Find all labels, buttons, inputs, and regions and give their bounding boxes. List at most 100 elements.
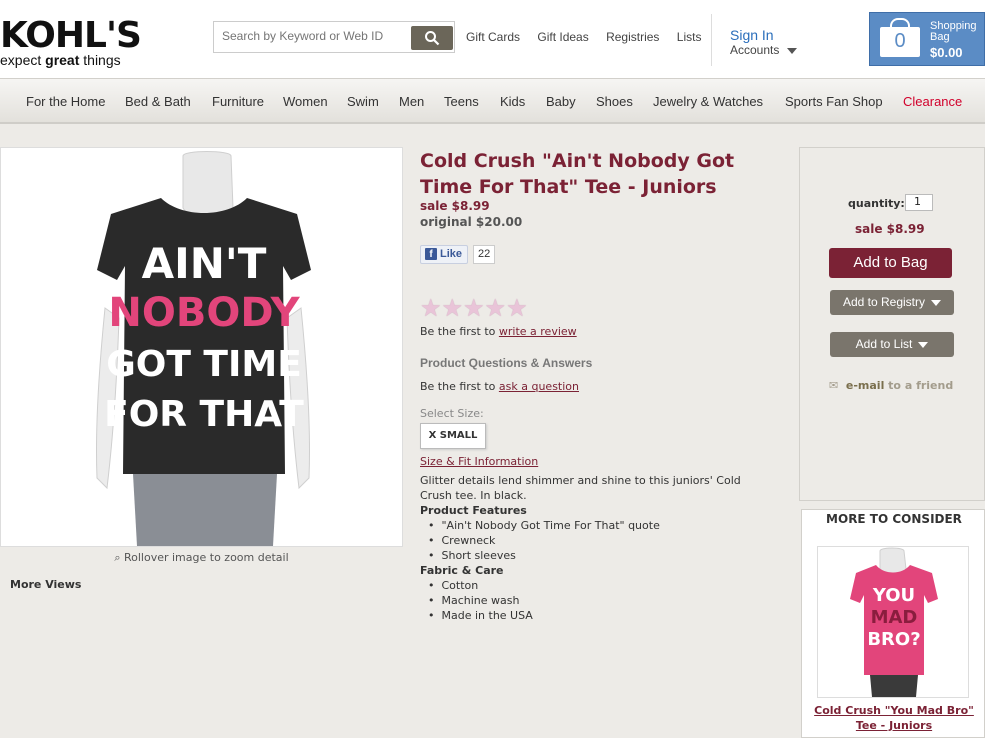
top-links: Gift Cards Gift Ideas Registries Lists — [466, 30, 715, 44]
nav-item-bed-bath[interactable]: Bed & Bath — [125, 94, 191, 109]
site-header: KOHL'S expect great things Gift Cards Gi… — [0, 0, 985, 78]
bag-icon: 0 — [880, 27, 920, 57]
add-to-list-label: Add to List — [855, 337, 913, 351]
list-item: "Ain't Nobody Got Time For That" quote — [428, 518, 770, 533]
facebook-icon: f — [425, 248, 437, 260]
gift-cards-link[interactable]: Gift Cards — [466, 30, 520, 44]
lists-link[interactable]: Lists — [677, 30, 702, 44]
sign-in-link[interactable]: Sign In — [730, 27, 774, 43]
recommended-product-link[interactable]: Cold Crush "You Mad Bro" Tee - Juniors — [806, 703, 982, 733]
write-review-link[interactable]: write a review — [499, 325, 577, 338]
nav-item-for-the-home[interactable]: For the Home — [26, 94, 105, 109]
list-item: Crewneck — [428, 533, 770, 548]
care-heading: Fabric & Care — [420, 564, 504, 577]
star-icon: ★ — [441, 295, 464, 322]
size-fit-link[interactable]: Size & Fit Information — [420, 455, 538, 468]
more-to-consider-heading: MORE TO CONSIDER — [826, 512, 962, 526]
add-to-registry-label: Add to Registry — [842, 295, 926, 309]
list-item: Machine wash — [428, 593, 770, 608]
kohls-logo[interactable]: KOHL'S — [0, 18, 142, 54]
facebook-like-count: 22 — [473, 245, 496, 264]
product-image[interactable]: AIN'T NOBODY GOT TIME FOR THAT — [0, 147, 403, 547]
bag-count: 0 — [894, 30, 906, 52]
nav-item-sports-fan-shop[interactable]: Sports Fan Shop — [785, 94, 883, 109]
list-item: Made in the USA — [428, 608, 770, 623]
features-list: "Ain't Nobody Got Time For That" quote C… — [420, 518, 770, 563]
quantity-input[interactable]: 1 — [905, 194, 933, 211]
pink-tee-text-2: MAD — [871, 607, 918, 628]
review-prompt: Be the first to write a review — [420, 325, 577, 338]
search-input[interactable] — [222, 29, 407, 43]
add-to-registry-button[interactable]: Add to Registry — [830, 290, 954, 315]
features-heading: Product Features — [420, 504, 527, 517]
tagline-pre: expect — [0, 52, 46, 68]
fb-like-label: Like — [440, 248, 463, 260]
ask-question-link[interactable]: ask a question — [499, 380, 579, 393]
tagline-post: things — [79, 52, 121, 68]
facebook-like-button[interactable]: f Like — [420, 245, 469, 264]
product-description: Glitter details lend shimmer and shine t… — [420, 473, 770, 623]
original-price: original $20.00 — [420, 215, 523, 229]
select-size-label: Select Size: — [420, 407, 484, 420]
list-item: Short sleeves — [428, 548, 770, 563]
quantity-label: quantity: — [848, 197, 905, 210]
ask-prompt: Be the first to ask a question — [420, 380, 579, 393]
ask-prefix: Be the first to — [420, 380, 499, 393]
more-to-consider: MORE TO CONSIDER YOU MAD BRO? Cold Crush… — [801, 509, 985, 738]
nav-item-teens[interactable]: Teens — [444, 94, 479, 109]
bag-label: Shopping Bag — [930, 20, 977, 43]
nav-item-men[interactable]: Men — [399, 94, 424, 109]
nav-item-furniture[interactable]: Furniture — [212, 94, 264, 109]
chevron-down-icon — [931, 299, 942, 306]
chevron-down-icon — [787, 47, 798, 54]
zoom-icon: ⌕ — [114, 551, 121, 564]
accounts-label: Accounts — [730, 43, 780, 57]
product-title: Cold Crush "Ain't Nobody Got Time For Th… — [420, 150, 735, 198]
add-to-list-button[interactable]: Add to List — [830, 332, 954, 357]
search-box — [213, 21, 455, 53]
accounts-dropdown[interactable]: Accounts — [730, 43, 798, 57]
more-views-label: More Views — [10, 578, 82, 591]
buy-sale-price: sale $8.99 — [855, 222, 925, 236]
sale-price: sale $8.99 — [420, 199, 490, 213]
nav-item-swim[interactable]: Swim — [347, 94, 379, 109]
email-link-text: e-mail — [845, 379, 885, 392]
list-item: Cotton — [428, 578, 770, 593]
nav-item-kids[interactable]: Kids — [500, 94, 525, 109]
nav-item-shoes[interactable]: Shoes — [596, 94, 633, 109]
pink-tee-image: YOU MAD BRO? — [850, 547, 938, 697]
email-friend-link[interactable]: ✉ e-mail to a friend — [829, 379, 953, 392]
chevron-down-icon — [918, 341, 929, 348]
review-prefix: Be the first to — [420, 325, 499, 338]
header-divider — [711, 14, 712, 66]
add-to-bag-button[interactable]: Add to Bag — [829, 248, 952, 278]
gift-ideas-link[interactable]: Gift Ideas — [537, 30, 588, 44]
shopping-bag-button[interactable]: 0 Shopping Bag $0.00 — [869, 12, 985, 66]
care-list: Cotton Machine wash Made in the USA — [420, 578, 770, 623]
tagline-bold: great — [45, 52, 80, 68]
category-nav: For the Home Bed & Bath Furniture Women … — [0, 78, 985, 124]
zoom-hint: ⌕ Rollover image to zoom detail — [0, 551, 403, 565]
bag-amount: $0.00 — [930, 45, 963, 60]
nav-item-baby[interactable]: Baby — [546, 94, 576, 109]
rating-stars[interactable]: ★★★★★ — [420, 294, 528, 323]
tshirt-image: AIN'T NOBODY GOT TIME FOR THAT — [95, 151, 311, 546]
email-link-rest: to a friend — [884, 379, 954, 392]
size-option-xsmall[interactable]: X SMALL — [420, 423, 486, 449]
search-button[interactable] — [411, 26, 453, 50]
star-icon: ★ — [484, 295, 507, 322]
qa-heading: Product Questions & Answers — [420, 356, 593, 370]
shirt-text-1: AIN'T — [142, 239, 267, 288]
envelope-icon: ✉ — [829, 379, 839, 392]
nav-item-women[interactable]: Women — [283, 94, 328, 109]
star-icon: ★ — [506, 295, 528, 322]
star-icon: ★ — [420, 295, 442, 322]
nav-item-clearance[interactable]: Clearance — [903, 94, 962, 109]
pink-tee-text-1: YOU — [872, 585, 915, 606]
search-icon — [425, 31, 440, 46]
pink-tee-text-3: BRO? — [867, 629, 920, 650]
shirt-text-3: GOT TIME — [106, 344, 302, 385]
recommended-product-image[interactable]: YOU MAD BRO? — [817, 546, 969, 698]
registries-link[interactable]: Registries — [606, 30, 659, 44]
nav-item-jewelry-watches[interactable]: Jewelry & Watches — [653, 94, 763, 109]
